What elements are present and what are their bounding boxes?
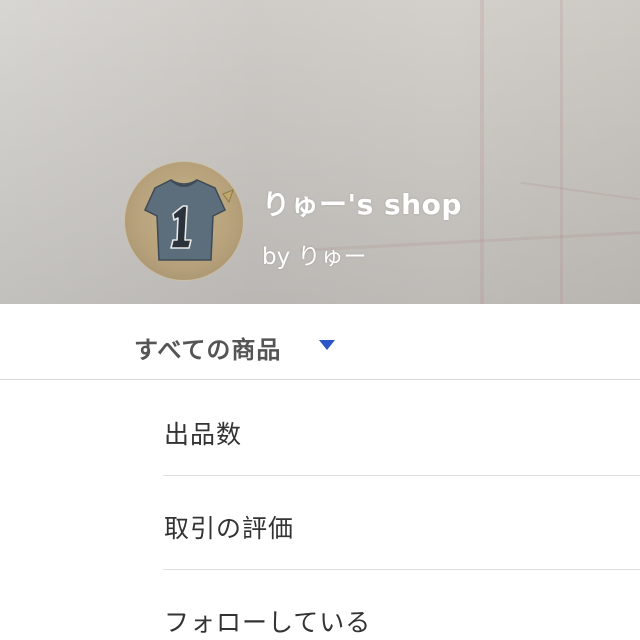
banner-texture xyxy=(520,181,640,201)
shop-avatar[interactable] xyxy=(124,161,244,281)
menu-item-ratings[interactable]: 取引の評価 xyxy=(163,476,640,570)
shop-owner: by りゅー xyxy=(262,244,367,270)
banner-texture xyxy=(560,0,563,304)
filter-label: すべての商品 xyxy=(134,336,282,364)
menu-item-label: フォローしている xyxy=(164,608,372,637)
menu-item-label: 取引の評価 xyxy=(164,514,295,543)
shop-header-banner: りゅー's shop by りゅー xyxy=(0,0,640,304)
shop-name: りゅー's shop xyxy=(262,188,462,221)
shop-page: りゅー's shop by りゅー すべての商品 出品数 取引の評価 フォローし… xyxy=(0,0,640,640)
menu-item-following[interactable]: フォローしている xyxy=(163,570,640,640)
banner-texture xyxy=(480,0,484,304)
jersey-icon xyxy=(144,179,234,261)
menu-item-listings[interactable]: 出品数 xyxy=(163,382,640,476)
caret-down-icon[interactable] xyxy=(318,339,336,351)
menu-item-label: 出品数 xyxy=(164,420,243,449)
